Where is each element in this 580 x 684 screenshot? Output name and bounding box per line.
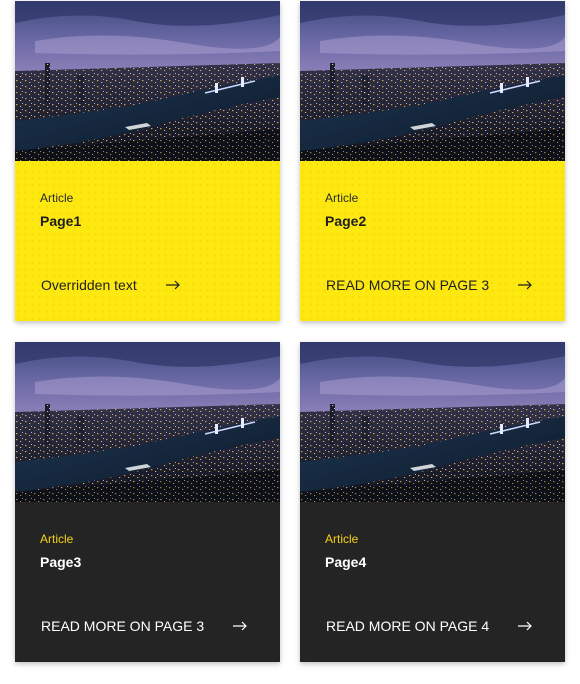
article-card-page2[interactable]: Article Page2 READ MORE ON PAGE 3 [300, 1, 565, 321]
arrow-right-icon [165, 280, 181, 290]
arrow-right-icon [232, 621, 248, 631]
card-title[interactable]: Page2 [325, 213, 366, 229]
read-more-label: READ MORE ON PAGE 4 [326, 618, 490, 634]
card-type-label: Article [325, 191, 359, 205]
article-card-page3[interactable]: Article Page3 READ MORE ON PAGE 3 [15, 342, 280, 662]
read-more-label: READ MORE ON PAGE 3 [326, 277, 490, 293]
card-image [15, 1, 280, 161]
card-image [300, 1, 565, 161]
card-body: Article Page2 READ MORE ON PAGE 3 [300, 161, 565, 321]
read-more-link[interactable]: READ MORE ON PAGE 3 [41, 618, 248, 634]
card-type-label: Article [325, 532, 359, 546]
card-image [300, 342, 565, 502]
arrow-right-icon [517, 621, 533, 631]
card-title[interactable]: Page4 [325, 554, 366, 570]
card-title[interactable]: Page1 [40, 213, 81, 229]
card-type-label: Article [40, 191, 74, 205]
card-title[interactable]: Page3 [40, 554, 81, 570]
read-more-label: READ MORE ON PAGE 3 [41, 618, 205, 634]
card-image [15, 342, 280, 502]
article-card-page4[interactable]: Article Page4 READ MORE ON PAGE 4 [300, 342, 565, 662]
read-more-link[interactable]: READ MORE ON PAGE 3 [326, 277, 533, 293]
arrow-right-icon [517, 280, 533, 290]
read-more-link[interactable]: READ MORE ON PAGE 4 [326, 618, 533, 634]
read-more-link[interactable]: Overridden text [41, 277, 181, 293]
card-body: Article Page3 READ MORE ON PAGE 3 [15, 502, 280, 662]
card-body: Article Page4 READ MORE ON PAGE 4 [300, 502, 565, 662]
read-more-label: Overridden text [41, 277, 137, 293]
article-card-grid: Article Page1 Overridden text Article Pa… [0, 0, 580, 684]
card-type-label: Article [40, 532, 74, 546]
article-card-page1[interactable]: Article Page1 Overridden text [15, 1, 280, 321]
card-body: Article Page1 Overridden text [15, 161, 280, 321]
